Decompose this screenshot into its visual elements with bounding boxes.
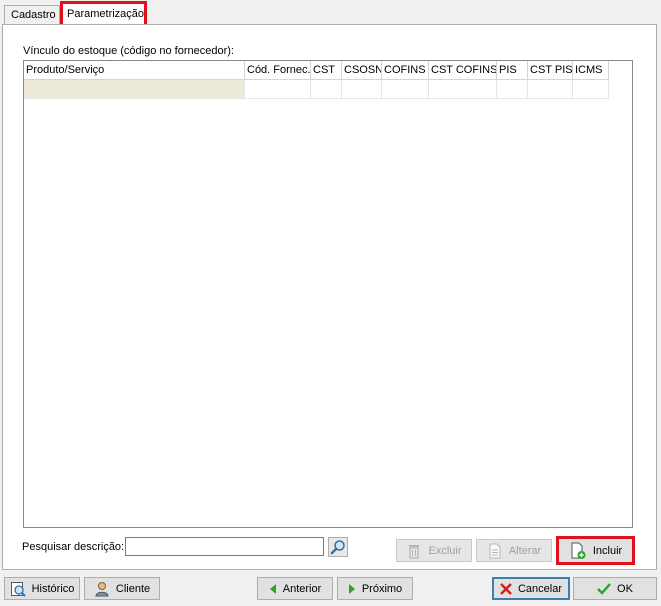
history-icon — [10, 581, 26, 597]
history-button-label: Histórico — [31, 582, 75, 595]
table-cell[interactable] — [528, 80, 573, 99]
column-header[interactable]: CSOSN — [342, 61, 382, 80]
table-cell[interactable] — [382, 80, 429, 99]
trash-icon — [406, 543, 422, 559]
stock-link-label: Vínculo do estoque (código no fornecedor… — [23, 45, 234, 57]
delete-button[interactable]: Excluir — [396, 539, 472, 562]
document-edit-icon — [487, 543, 503, 559]
cancel-button-label: Cancelar — [517, 582, 563, 595]
grid-header: Produto/Serviço Cód. Fornec. CST CSOSN C… — [24, 61, 609, 80]
delete-button-label: Excluir — [428, 544, 462, 557]
table-cell[interactable] — [245, 80, 311, 99]
search-button[interactable] — [328, 537, 348, 557]
search-input[interactable] — [125, 537, 324, 556]
table-row[interactable] — [24, 80, 609, 99]
tab-cadastro[interactable]: Cadastro — [4, 5, 60, 24]
previous-button[interactable]: Anterior — [257, 577, 333, 600]
close-icon — [500, 582, 512, 595]
column-header[interactable]: CST PIS — [528, 61, 573, 80]
stock-link-grid[interactable]: Produto/Serviço Cód. Fornec. CST CSOSN C… — [23, 60, 633, 528]
check-icon — [597, 582, 611, 595]
previous-button-label: Anterior — [282, 582, 322, 595]
column-header[interactable]: CST COFINS — [429, 61, 497, 80]
tab-cadastro-label: Cadastro — [11, 9, 56, 21]
table-cell[interactable] — [311, 80, 342, 99]
column-header[interactable]: PIS — [497, 61, 528, 80]
cancel-button[interactable]: Cancelar — [492, 577, 570, 600]
ok-button[interactable]: OK — [573, 577, 657, 600]
next-button-label: Próximo — [361, 582, 403, 595]
tab-parametrizacao-label: Parametrização — [67, 8, 145, 20]
client-button-label: Cliente — [115, 582, 151, 595]
arrow-left-icon — [269, 583, 277, 594]
table-cell[interactable] — [24, 80, 245, 99]
client-button[interactable]: Cliente — [84, 577, 160, 600]
column-header[interactable]: Cód. Fornec. — [245, 61, 311, 80]
column-header[interactable]: CST — [311, 61, 342, 80]
add-button[interactable]: Incluir — [556, 536, 635, 565]
add-button-label: Incluir — [592, 544, 623, 557]
user-icon — [94, 581, 110, 597]
column-header[interactable]: Produto/Serviço — [24, 61, 245, 80]
document-add-icon — [569, 542, 587, 560]
table-cell[interactable] — [573, 80, 609, 99]
edit-button[interactable]: Alterar — [476, 539, 552, 562]
next-button[interactable]: Próximo — [337, 577, 413, 600]
magnifier-icon — [330, 539, 346, 555]
table-cell[interactable] — [342, 80, 382, 99]
arrow-right-icon — [348, 583, 356, 594]
history-button[interactable]: Histórico — [4, 577, 80, 600]
column-header[interactable]: ICMS — [573, 61, 609, 80]
search-label: Pesquisar descrição: — [22, 541, 125, 553]
edit-button-label: Alterar — [508, 544, 542, 557]
table-cell[interactable] — [429, 80, 497, 99]
ok-button-label: OK — [617, 582, 633, 595]
table-cell[interactable] — [497, 80, 528, 99]
column-header[interactable]: COFINS — [382, 61, 429, 80]
